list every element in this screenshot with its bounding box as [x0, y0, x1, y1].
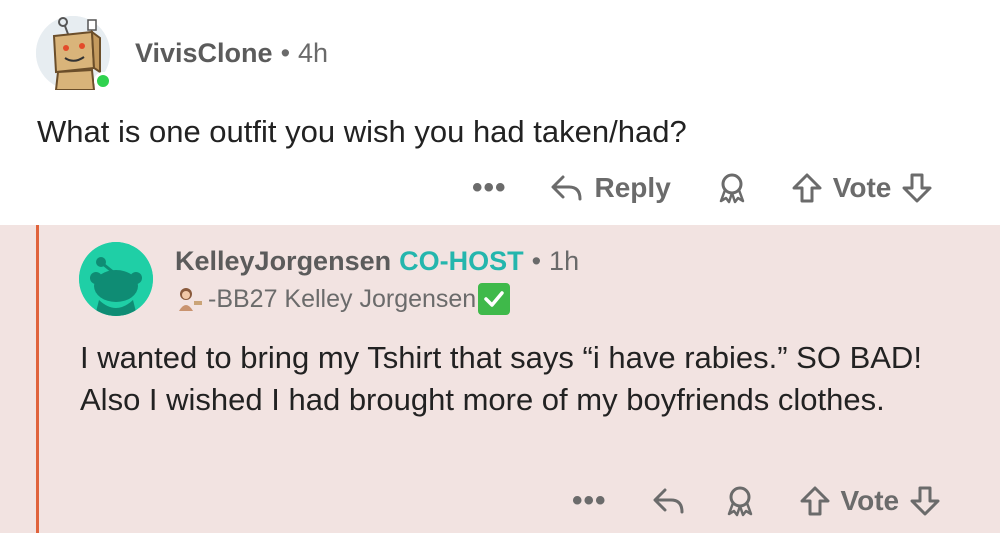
comment-body: What is one outfit you wish you had take… — [37, 114, 687, 149]
downvote-button[interactable] — [901, 172, 933, 204]
reply-actions: ••• Vote — [572, 479, 941, 523]
award-button[interactable] — [715, 171, 749, 205]
flair-text: -BB27 Kelley Jorgensen — [208, 285, 477, 313]
more-options-button[interactable]: ••• — [472, 171, 507, 205]
checkmark-icon — [484, 291, 504, 307]
vote-label: Vote — [840, 485, 900, 516]
downvote-arrow-icon — [910, 486, 940, 516]
reply-timestamp: 1h — [549, 246, 580, 276]
upvote-arrow-icon — [792, 173, 822, 203]
meta-separator: • — [280, 38, 291, 68]
downvote-arrow-icon — [902, 173, 932, 203]
award-icon — [719, 173, 745, 204]
reply-avatar[interactable] — [79, 242, 153, 316]
upvote-button[interactable] — [799, 485, 831, 517]
reply-author[interactable]: KelleyJorgensen — [175, 246, 391, 276]
award-button[interactable] — [723, 484, 757, 518]
reply-meta: KelleyJorgensen CO-HOST • 1h — [175, 244, 579, 278]
flair-emoji-icon — [179, 288, 202, 311]
more-options-button[interactable]: ••• — [572, 484, 607, 518]
upvote-arrow-icon — [800, 486, 830, 516]
meta-separator: • — [531, 246, 542, 276]
comment-author[interactable]: VivisClone — [135, 38, 273, 68]
comment-actions: ••• Reply Vote — [472, 166, 933, 210]
reply-arrow-icon — [653, 488, 684, 514]
snoo-avatar-icon — [79, 242, 153, 316]
reply-arrow-icon — [551, 175, 582, 201]
downvote-button[interactable] — [909, 485, 941, 517]
upvote-button[interactable] — [791, 172, 823, 204]
award-icon — [727, 486, 752, 517]
comment-timestamp: 4h — [298, 38, 329, 68]
comment-meta: VivisClone • 4h — [135, 36, 328, 70]
reply-label: Reply — [594, 172, 671, 203]
user-flair: -BB27 Kelley Jorgensen — [176, 283, 511, 315]
online-status-indicator — [94, 72, 112, 90]
cohost-badge: CO-HOST — [399, 246, 524, 276]
thread-line[interactable] — [36, 225, 39, 533]
vote-label: Vote — [832, 172, 892, 203]
reply-button[interactable] — [651, 486, 685, 516]
reply-button[interactable]: Reply — [549, 172, 671, 204]
verified-check — [478, 283, 511, 315]
reply-body: I wanted to bring my Tshirt that says “i… — [80, 340, 922, 417]
